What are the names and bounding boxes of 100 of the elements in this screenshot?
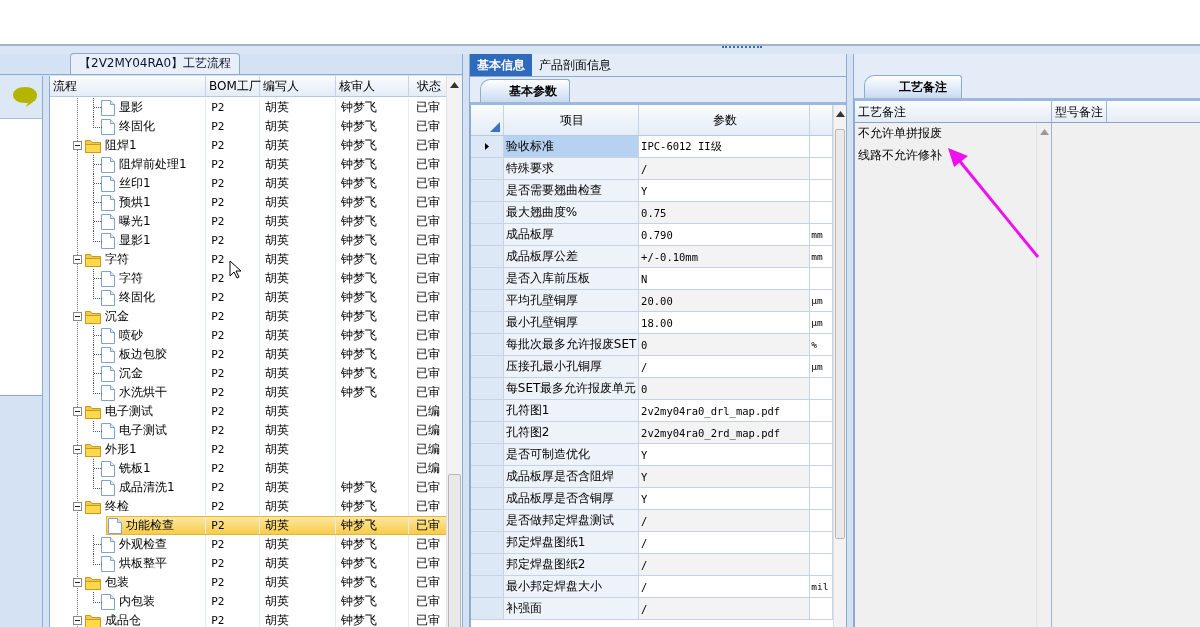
- table-cell[interactable]: 0.75: [639, 202, 811, 223]
- table-cell[interactable]: N: [639, 268, 811, 289]
- tree-item[interactable]: 水洗烘干: [119, 384, 167, 401]
- scroll-thumb[interactable]: [448, 474, 461, 627]
- scroll-up-icon[interactable]: [835, 111, 845, 117]
- tree-item[interactable]: 电子测试: [119, 422, 167, 439]
- tree-item[interactable]: 预烘1: [119, 194, 151, 211]
- table-cell[interactable]: 是否可制造优化: [503, 444, 640, 465]
- tree-item[interactable]: 曝光1: [119, 213, 151, 230]
- column-header[interactable]: 流程: [50, 76, 207, 96]
- scroll-up-icon[interactable]: [450, 82, 459, 88]
- column-header[interactable]: 参数: [639, 105, 811, 135]
- tree-item[interactable]: 烘板整平: [119, 555, 167, 572]
- tree-row[interactable]: 成品仓 P2 胡英 钟梦飞 已审: [50, 611, 447, 627]
- tree-item[interactable]: 终固化: [119, 289, 155, 306]
- table-cell[interactable]: 每SET最多允许报废单元: [503, 378, 640, 399]
- tab[interactable]: 基本信息: [470, 54, 532, 76]
- speech-bubble-icon[interactable]: [12, 86, 38, 108]
- table-cell[interactable]: 20.00: [639, 290, 811, 311]
- tree-item[interactable]: 板边包胶: [119, 346, 167, 363]
- tree-row[interactable]: 喷砂 P2 胡英 钟梦飞 已审: [50, 326, 447, 345]
- table-cell[interactable]: /: [639, 532, 811, 553]
- table-cell[interactable]: 最小孔壁铜厚: [503, 312, 640, 333]
- section-tab[interactable]: 基本参数: [480, 79, 570, 102]
- splitter-grip[interactable]: [722, 46, 762, 51]
- table-cell[interactable]: 每批次最多允许报废SET: [503, 334, 640, 355]
- tree-item[interactable]: 终固化: [119, 118, 155, 135]
- tree-item[interactable]: 喷砂: [119, 327, 143, 344]
- tree-item[interactable]: 内包装: [119, 593, 155, 610]
- table-cell[interactable]: /: [639, 158, 811, 179]
- tree-row[interactable]: 板边包胶 P2 胡英 钟梦飞 已审: [50, 345, 447, 364]
- tree-item[interactable]: 功能检查: [126, 517, 174, 534]
- collapse-button[interactable]: [72, 255, 82, 264]
- tree-item[interactable]: 成品清洗1: [119, 479, 175, 496]
- tree-item[interactable]: 外形1: [105, 441, 137, 458]
- table-cell[interactable]: 成品板厚是否含铜厚: [503, 488, 640, 509]
- column-header[interactable]: 工艺备注: [855, 101, 1052, 122]
- table-cell[interactable]: Y: [639, 180, 811, 201]
- tree-item[interactable]: 铣板1: [119, 460, 151, 477]
- tree-row[interactable]: 功能检查 P2 胡英 钟梦飞 已审: [106, 516, 447, 535]
- table-cell[interactable]: 压接孔最小孔铜厚: [503, 356, 640, 377]
- tree-item[interactable]: 字符: [105, 251, 129, 268]
- row-header[interactable]: [471, 136, 504, 157]
- table-cell[interactable]: 0: [639, 334, 811, 355]
- table-cell[interactable]: 0.790: [639, 224, 811, 245]
- table-cell[interactable]: 最小邦定焊盘大小: [503, 576, 640, 597]
- column-header[interactable]: BOM工厂: [206, 76, 261, 96]
- table-cell[interactable]: Y: [639, 466, 811, 487]
- table-cell[interactable]: 成品板厚是否含阻焊: [503, 466, 640, 487]
- tree-item[interactable]: 包装: [105, 574, 129, 591]
- tree-row[interactable]: 预烘1 P2 胡英 钟梦飞 已审: [50, 193, 447, 212]
- tree-row[interactable]: 显影 P2 胡英 钟梦飞 已审: [50, 98, 447, 117]
- collapse-button[interactable]: [72, 578, 82, 587]
- table-cell[interactable]: 是否需要翘曲检查: [503, 180, 640, 201]
- table-cell[interactable]: /: [639, 554, 811, 575]
- column-header[interactable]: 项目: [503, 105, 640, 135]
- table-cell[interactable]: 补强面: [503, 598, 640, 619]
- table-cell[interactable]: 0: [639, 378, 811, 399]
- column-header[interactable]: 核审人: [335, 76, 410, 96]
- section-tab[interactable]: 工艺备注: [864, 75, 962, 98]
- table-cell[interactable]: 平均孔壁铜厚: [503, 290, 640, 311]
- table-cell[interactable]: 成品板厚: [503, 224, 640, 245]
- collapse-button[interactable]: [72, 616, 82, 625]
- panel-tab[interactable]: 【2V2MY04RA0】工艺流程: [70, 53, 241, 74]
- tree-item[interactable]: 外观检查: [119, 536, 167, 553]
- table-cell[interactable]: /: [639, 598, 811, 619]
- scroll-thumb[interactable]: [835, 129, 845, 539]
- tree-row[interactable]: 阻焊前处理1 P2 胡英 钟梦飞 已审: [50, 155, 447, 174]
- tree-row[interactable]: 外观检查 P2 胡英 钟梦飞 已审: [50, 535, 447, 554]
- tree-item[interactable]: 丝印1: [119, 175, 151, 192]
- tree-row[interactable]: 丝印1 P2 胡英 钟梦飞 已审: [50, 174, 447, 193]
- column-header[interactable]: 编写人: [260, 76, 336, 96]
- table-cell[interactable]: 最大翘曲度%: [503, 202, 640, 223]
- tree-item[interactable]: 终检: [105, 498, 129, 515]
- table-cell[interactable]: 是否入库前压板: [503, 268, 640, 289]
- collapse-button[interactable]: [72, 445, 82, 454]
- collapse-button[interactable]: [72, 502, 82, 511]
- tree-item[interactable]: 沉金: [105, 308, 129, 325]
- collapse-button[interactable]: [72, 312, 82, 321]
- table-cell[interactable]: 2v2my04ra0_drl_map.pdf: [639, 400, 811, 421]
- table-cell[interactable]: 孔符图1: [503, 400, 640, 421]
- table-cell[interactable]: 2v2my04ra0_2rd_map.pdf: [639, 422, 811, 443]
- tree-item[interactable]: 字符: [119, 270, 143, 287]
- table-cell[interactable]: +/-0.10mm: [639, 246, 811, 267]
- table-cell[interactable]: 邦定焊盘图纸1: [503, 532, 640, 553]
- scrollbar[interactable]: [446, 76, 462, 627]
- table-cell[interactable]: 是否做邦定焊盘测试: [503, 510, 640, 531]
- table-cell[interactable]: 邦定焊盘图纸2: [503, 554, 640, 575]
- table-cell[interactable]: 18.00: [639, 312, 811, 333]
- table-cell[interactable]: /: [639, 356, 811, 377]
- tree-item[interactable]: 阻焊前处理1: [119, 156, 187, 173]
- collapse-button[interactable]: [72, 141, 82, 150]
- tab[interactable]: 产品剖面信息: [532, 54, 618, 76]
- table-cell[interactable]: Y: [639, 488, 811, 509]
- tree-row[interactable]: 曝光1 P2 胡英 钟梦飞 已审: [50, 212, 447, 231]
- tree-item[interactable]: 显影: [119, 99, 143, 116]
- table-cell[interactable]: 特殊要求: [503, 158, 640, 179]
- tree-item[interactable]: 阻焊1: [105, 137, 137, 154]
- scrollbar[interactable]: [1036, 123, 1051, 627]
- tree-item[interactable]: 电子测试: [105, 403, 153, 420]
